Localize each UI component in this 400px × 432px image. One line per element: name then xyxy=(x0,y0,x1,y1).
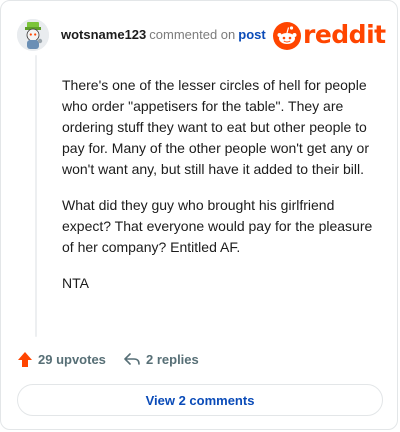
reply-arrow-icon xyxy=(124,353,140,365)
thread-line xyxy=(35,55,37,337)
comment-paragraph: What did they guy who brought his girlfr… xyxy=(62,197,373,255)
username-link[interactable]: wotsname123 xyxy=(61,27,146,42)
upvote-arrow-icon xyxy=(18,352,32,367)
upvote-count: 29 upvotes xyxy=(38,352,106,367)
upvote-button[interactable]: 29 upvotes xyxy=(17,351,106,368)
post-link[interactable]: post xyxy=(238,27,265,42)
commented-on-text: commented on xyxy=(149,27,236,42)
view-comments-button[interactable]: View 2 comments xyxy=(17,384,383,416)
replies-count: 2 replies xyxy=(146,351,199,367)
reddit-snoo-icon xyxy=(273,22,301,50)
comment-header: wotsname123 commented on post reddit xyxy=(17,17,386,53)
comment-card: wotsname123 commented on post reddit There… xyxy=(0,0,398,430)
comment-paragraph: There's one of the lesser circles of hel… xyxy=(62,77,369,177)
comment-paragraph: NTA xyxy=(62,275,89,291)
comment-meta: wotsname123 commented on post xyxy=(61,27,266,43)
reddit-logo[interactable]: reddit xyxy=(273,17,386,53)
reddit-wordmark: reddit xyxy=(303,20,386,49)
replies-button[interactable]: 2 replies xyxy=(123,351,199,367)
user-avatar[interactable] xyxy=(17,19,49,51)
comment-body: There's one of the lesser circles of hel… xyxy=(62,75,380,309)
view-comments-label: View 2 comments xyxy=(145,392,255,408)
